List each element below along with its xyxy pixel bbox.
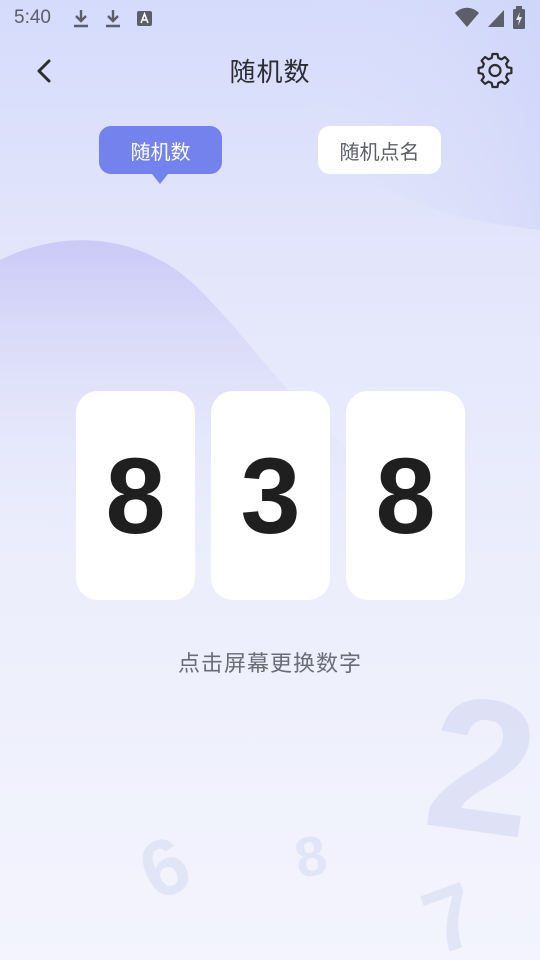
- digit-card[interactable]: 8: [76, 391, 195, 600]
- font-a-icon: [136, 11, 152, 26]
- bg-number-6: 6: [126, 818, 204, 917]
- status-right: [454, 6, 526, 30]
- digit-cards[interactable]: 8 3 8: [0, 391, 540, 600]
- signal-icon: [488, 10, 504, 27]
- gear-icon[interactable]: [476, 52, 514, 90]
- download-icon: [73, 10, 88, 28]
- nav-bar: 随机数: [0, 40, 540, 100]
- tab-random-roll-call[interactable]: 随机点名: [318, 126, 441, 174]
- tap-hint: 点击屏幕更换数字: [177, 652, 362, 677]
- digit-card[interactable]: 3: [211, 391, 330, 600]
- status-time: 5:40: [14, 7, 51, 28]
- bg-number-2: 2: [415, 654, 540, 879]
- status-bar: 5:40: [0, 0, 540, 36]
- tab-random-number[interactable]: 随机数: [99, 126, 222, 184]
- bg-number-8: 8: [290, 823, 332, 890]
- digit-card[interactable]: 8: [346, 391, 465, 600]
- page-title: 随机数: [229, 58, 311, 88]
- bg-number-7: 7: [410, 864, 491, 960]
- battery-icon: [513, 6, 525, 29]
- wifi-icon: [455, 7, 479, 27]
- download-icon: [105, 10, 120, 28]
